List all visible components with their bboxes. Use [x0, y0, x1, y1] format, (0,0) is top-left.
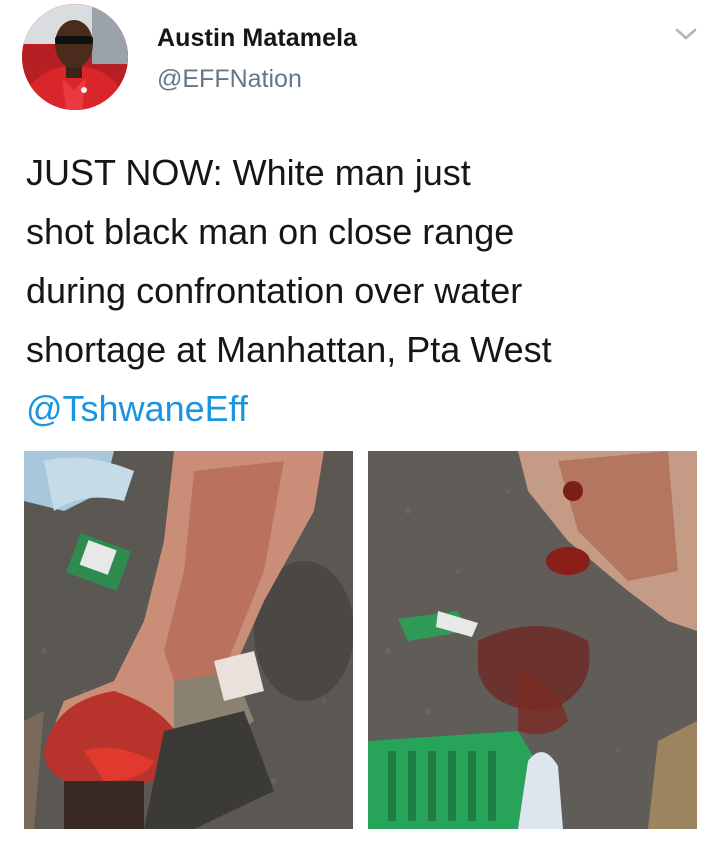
avatar[interactable]	[22, 4, 128, 110]
author-handle[interactable]: @EFFNation	[157, 65, 302, 94]
tweet-card: Austin Matamela @EFFNation JUST NOW: Whi…	[0, 0, 720, 846]
tweet-text-line: during confrontation over water	[26, 270, 523, 311]
tweet-text-line: shortage at Manhattan, Pta West	[26, 329, 552, 370]
chevron-down-icon	[675, 28, 697, 40]
tweet-text-line: JUST NOW: White man just	[26, 152, 471, 193]
tweet-photo-1[interactable]	[24, 451, 353, 829]
author-name[interactable]: Austin Matamela	[157, 24, 357, 53]
tweet-menu-button[interactable]	[672, 22, 700, 46]
tweet-text: JUST NOW: White man just shot black man …	[26, 143, 706, 438]
tweet-photo-2[interactable]	[368, 451, 697, 829]
tweet-text-line: shot black man on close range	[26, 211, 515, 252]
mention-link[interactable]: @TshwaneEff	[26, 379, 248, 438]
